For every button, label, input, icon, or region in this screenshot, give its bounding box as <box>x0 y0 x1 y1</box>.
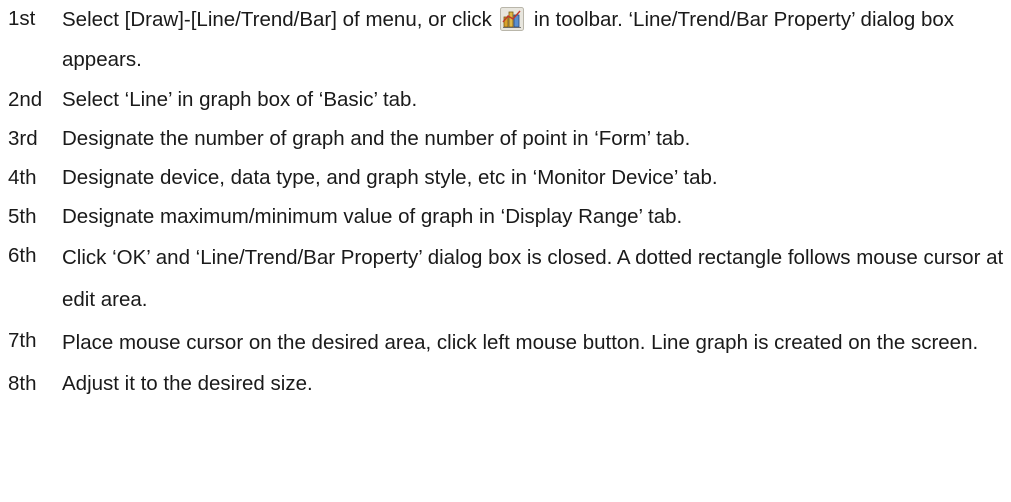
step-text: Click ‘OK’ and ‘Line/Trend/Bar Property’… <box>62 246 1004 311</box>
step-3: 3rd Designate the number of graph and th… <box>8 120 1008 158</box>
step-5: 5th Designate maximum/minimum value of g… <box>8 198 1008 236</box>
step-4: 4th Designate device, data type, and gra… <box>8 159 1008 197</box>
step-number: 8th <box>8 372 37 395</box>
step-text: Designate device, data type, and graph s… <box>62 166 718 189</box>
step-number: 3rd <box>8 127 38 150</box>
step-8: 8th Adjust it to the desired size. <box>8 365 1008 403</box>
step-6: 6th Click ‘OK’ and ‘Line/Trend/Bar Prope… <box>8 237 1008 321</box>
step-number: 2nd <box>8 88 43 111</box>
step-text: Designate the number of graph and the nu… <box>62 127 691 150</box>
step-text: Adjust it to the desired size. <box>62 372 313 395</box>
step-2: 2nd Select ‘Line’ in graph box of ‘Basic… <box>8 81 1008 119</box>
step-number: 6th <box>8 244 37 267</box>
line-trend-bar-toolbar-icon <box>499 7 524 31</box>
step-number: 4th <box>8 166 37 189</box>
step-number: 7th <box>8 329 37 352</box>
step-text-before-icon: Select [Draw]-[Line/Trend/Bar] of menu, … <box>62 8 492 31</box>
step-text: Select ‘Line’ in graph box of ‘Basic’ ta… <box>62 88 418 111</box>
instruction-steps: 1st Select [Draw]-[Line/Trend/Bar] of me… <box>8 0 1008 404</box>
step-number: 5th <box>8 205 37 228</box>
step-text: Select [Draw]-[Line/Trend/Bar] of menu, … <box>52 0 1008 80</box>
step-7: 7th Place mouse cursor on the desired ar… <box>8 322 1008 364</box>
step-text: Designate maximum/minimum value of graph… <box>62 205 683 228</box>
step-number: 1st <box>8 7 36 30</box>
step-text: Place mouse cursor on the desired area, … <box>62 331 979 354</box>
step-1: 1st Select [Draw]-[Line/Trend/Bar] of me… <box>8 0 1008 80</box>
